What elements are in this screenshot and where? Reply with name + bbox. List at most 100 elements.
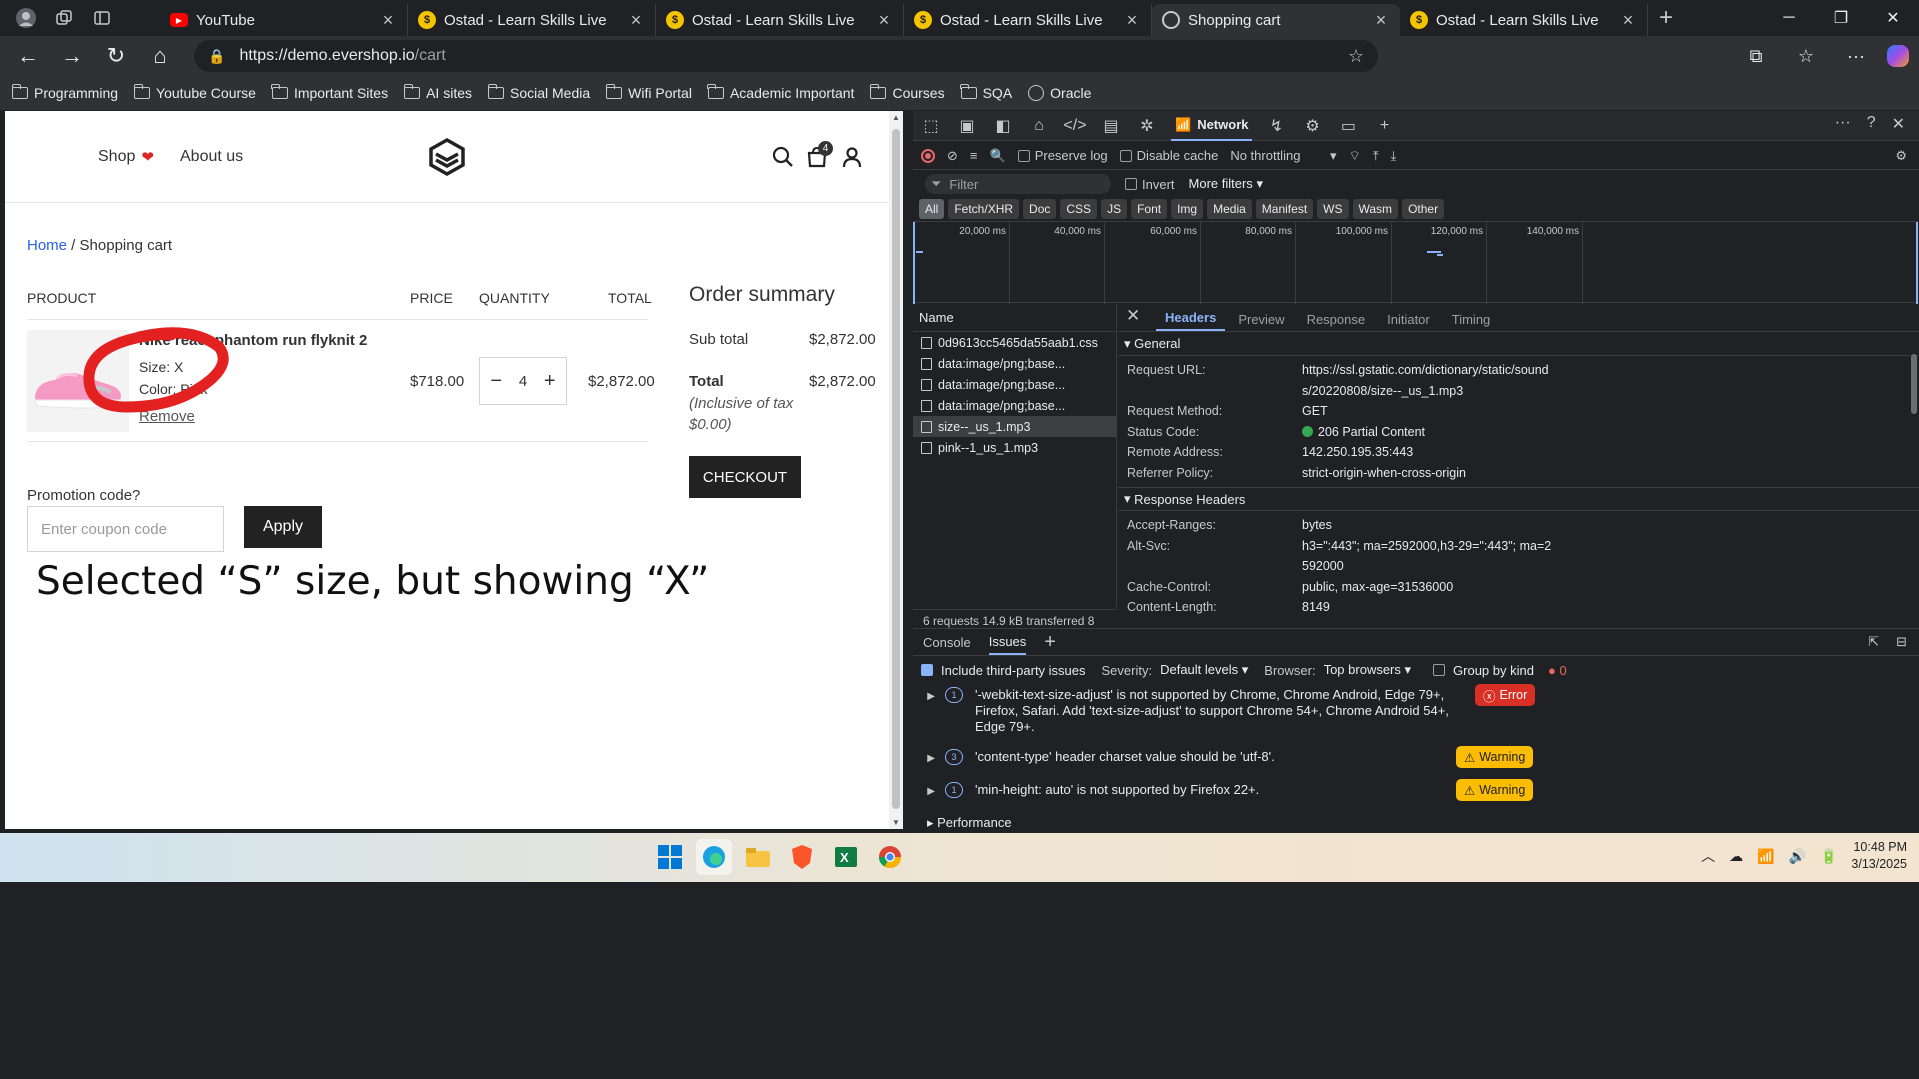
browser-dropdown[interactable]: Top browsers ▾ [1324, 662, 1411, 678]
tab-timing[interactable]: Timing [1443, 312, 1500, 331]
search-icon[interactable]: 🔍 [990, 148, 1006, 164]
tab-console[interactable]: Console [923, 635, 971, 650]
severity-dropdown[interactable]: Default levels ▾ [1160, 662, 1248, 678]
workspaces-icon[interactable] [50, 4, 78, 32]
close-tab-icon[interactable]: × [627, 10, 645, 31]
sources-bug-icon[interactable]: ✲ [1135, 114, 1159, 138]
tab-shopping-cart[interactable]: Shopping cart × [1152, 4, 1400, 36]
tab-youtube[interactable]: ▶ YouTube × [160, 4, 408, 36]
bookmark-folder[interactable]: Wifi Portal [605, 84, 692, 101]
product-name-link[interactable]: Nike react phantom run flyknit 2 [139, 332, 367, 349]
type-filter-chip[interactable]: All [919, 199, 945, 219]
close-window-icon[interactable]: ✕ [1867, 0, 1919, 36]
close-tab-icon[interactable]: × [875, 10, 893, 31]
start-button[interactable] [652, 839, 688, 875]
close-details-icon[interactable]: ✕ [1126, 306, 1152, 331]
header-value[interactable]: h3=":443"; ma=2592000,h3-29=":443"; ma=2… [1302, 536, 1557, 577]
performance-icon[interactable]: ↯ [1264, 114, 1288, 138]
store-logo-icon[interactable] [427, 137, 467, 177]
device-toolbar-icon[interactable]: ▣ [955, 114, 979, 138]
home-icon[interactable]: ⌂ [138, 38, 182, 74]
scrollbar-thumb[interactable] [892, 129, 900, 809]
apply-coupon-button[interactable]: Apply [244, 506, 322, 548]
network-conditions-icon[interactable]: ⌔ [1349, 148, 1361, 164]
user-account-icon[interactable] [840, 145, 864, 169]
request-row[interactable]: pink--1_us_1.mp3 [913, 437, 1116, 458]
tab-ostad-2[interactable]: $ Ostad - Learn Skills Live × [656, 4, 904, 36]
header-value[interactable]: GET [1302, 401, 1557, 422]
request-row[interactable]: data:image/png;base... [913, 395, 1116, 416]
dock-drawer-icon[interactable]: ⇱ [1868, 634, 1879, 650]
close-tab-icon[interactable]: × [1372, 10, 1390, 31]
quantity-value[interactable]: 4 [519, 373, 527, 390]
issue-row[interactable]: ▶ 1 '-webkit-text-size-adjust' is not su… [913, 687, 1553, 735]
type-filter-chip[interactable]: JS [1101, 199, 1128, 219]
back-icon[interactable]: ← [6, 38, 50, 74]
import-har-icon[interactable]: ⤒ [1373, 148, 1379, 164]
bookmark-folder[interactable]: Social Media [487, 84, 590, 101]
filter-toggle-icon[interactable]: ≡ [970, 148, 978, 163]
tab-preview[interactable]: Preview [1229, 312, 1293, 331]
product-image[interactable] [27, 330, 129, 432]
type-filter-chip[interactable]: Fetch/XHR [948, 199, 1020, 219]
request-row[interactable]: data:image/png;base... [913, 353, 1116, 374]
wifi-icon[interactable]: 📶 [1757, 848, 1774, 865]
scroll-up-icon[interactable]: ▲ [889, 113, 903, 122]
dock-icon[interactable]: ◧ [991, 114, 1015, 138]
export-har-icon[interactable]: ⤓ [1391, 148, 1397, 164]
more-tools-plus-icon[interactable]: + [1372, 114, 1396, 138]
invert-checkbox[interactable]: Invert [1125, 177, 1175, 192]
bookmark-folder[interactable]: Important Sites [271, 84, 388, 101]
tab-ostad-1[interactable]: $ Ostad - Learn Skills Live × [408, 4, 656, 36]
clear-icon[interactable]: ⊘ [947, 148, 958, 164]
tab-response[interactable]: Response [1298, 312, 1375, 331]
checkout-button[interactable]: CHECKOUT [689, 456, 801, 498]
settings-gear-icon[interactable]: ⚙ [1300, 114, 1324, 138]
type-filter-chip[interactable]: CSS [1060, 199, 1098, 219]
network-settings-gear-icon[interactable]: ⚙ [1895, 148, 1907, 164]
copilot-icon[interactable] [1887, 45, 1909, 67]
request-row[interactable]: data:image/png;base... [913, 374, 1116, 395]
third-party-checkbox[interactable] [921, 664, 933, 676]
type-filter-chip[interactable]: Wasm [1352, 199, 1399, 219]
tab-issues[interactable]: Issues [988, 634, 1027, 655]
type-filter-chip[interactable]: Media [1207, 199, 1252, 219]
file-explorer-icon[interactable] [740, 839, 776, 875]
response-headers-section-header[interactable]: ▾ Response Headers [1118, 487, 1919, 511]
request-row[interactable]: 0d9613cc5465da55aab1.css [913, 332, 1116, 353]
general-section-header[interactable]: ▾ General [1118, 332, 1919, 356]
address-bar[interactable]: 🔒 https://demo.evershop.io/cart ☆ [194, 40, 1378, 72]
vertical-tabs-icon[interactable] [88, 4, 116, 32]
excel-icon[interactable]: X [828, 839, 864, 875]
scroll-down-icon[interactable]: ▼ [889, 818, 903, 827]
show-hidden-icons-chevron-icon[interactable]: ︿ [1701, 846, 1715, 866]
help-icon[interactable]: ? [1867, 114, 1876, 134]
restore-icon[interactable]: ❐ [1815, 0, 1867, 36]
header-value[interactable]: public, max-age=31536000 [1302, 577, 1557, 598]
type-filter-chip[interactable]: Other [1402, 199, 1445, 219]
expand-arrow-icon[interactable]: ▶ [913, 782, 945, 800]
performance-group[interactable]: ▸ Performance [927, 815, 1012, 831]
network-overview-timeline[interactable]: 20,000 ms 40,000 ms 60,000 ms 80,000 ms 100,… [913, 221, 1919, 304]
add-drawer-tab-icon[interactable]: + [1044, 631, 1056, 654]
bookmark-folder[interactable]: Academic Important [707, 84, 854, 101]
bookmark-folder[interactable]: Youtube Course [133, 84, 256, 101]
type-filter-chip[interactable]: Img [1171, 199, 1204, 219]
bookmark-folder[interactable]: Programming [11, 84, 118, 101]
favorites-icon[interactable]: ☆ [1787, 38, 1825, 74]
bookmark-folder[interactable]: SQA [960, 84, 1012, 101]
application-icon[interactable]: ▭ [1336, 114, 1360, 138]
bookmark-oracle[interactable]: Oracle [1028, 85, 1091, 101]
details-scrollbar[interactable] [1909, 334, 1919, 628]
extensions-icon[interactable]: ⧉ [1737, 38, 1775, 74]
close-tab-icon[interactable]: × [1619, 10, 1637, 31]
remove-item-link[interactable]: Remove [139, 408, 195, 425]
header-value[interactable]: strict-origin-when-cross-origin [1302, 463, 1557, 484]
battery-icon[interactable]: 🔋 [1820, 848, 1837, 865]
profile-avatar-icon[interactable] [12, 4, 40, 32]
disable-cache-checkbox[interactable]: Disable cache [1119, 148, 1218, 163]
expand-arrow-icon[interactable]: ▶ [913, 687, 945, 735]
close-devtools-icon[interactable]: ✕ [1892, 114, 1905, 134]
tab-ostad-4[interactable]: $ Ostad - Learn Skills Live × [1400, 4, 1648, 36]
coupon-code-input[interactable] [27, 506, 224, 552]
